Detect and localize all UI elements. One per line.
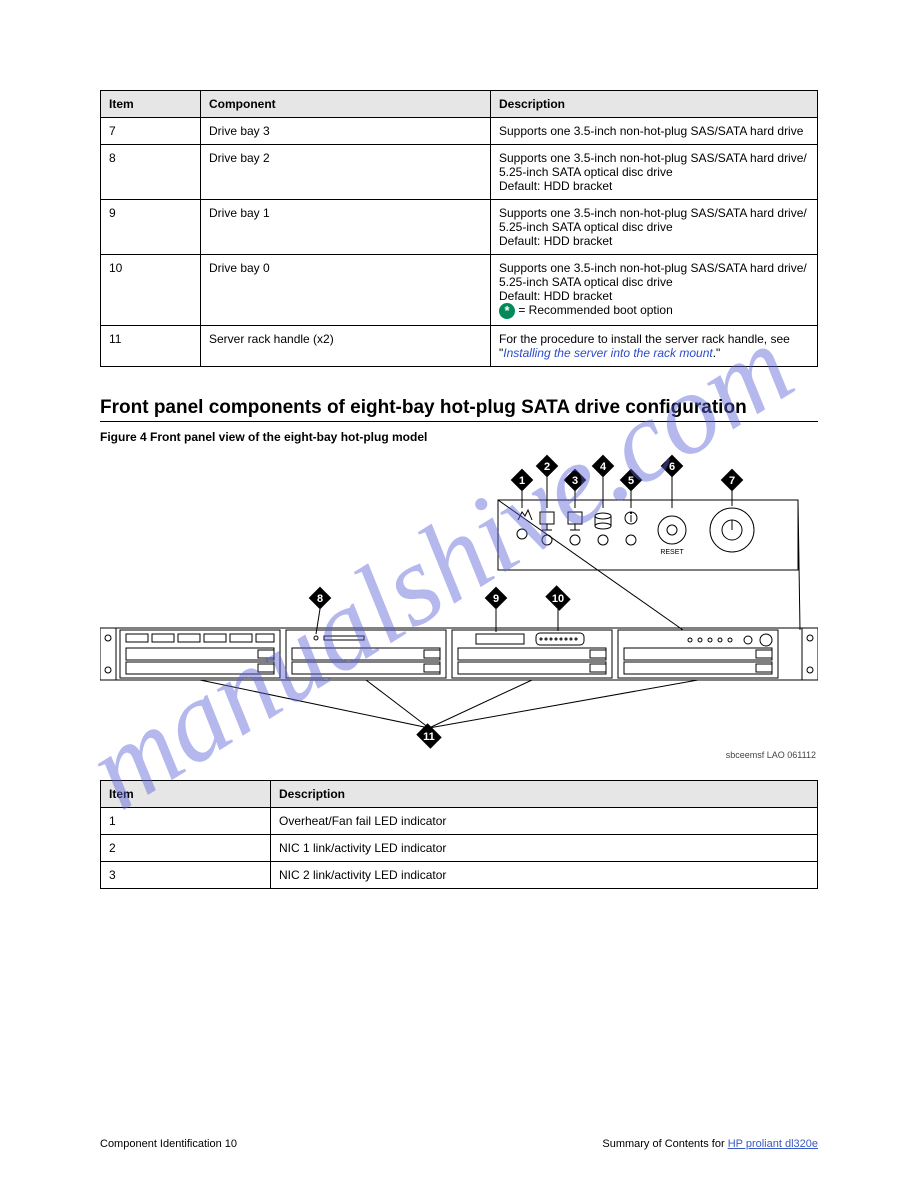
cell-desc: Supports one 3.5-inch non-hot-plug SAS/S… <box>491 118 818 145</box>
reset-label: RESET <box>660 549 684 556</box>
footer-link[interactable]: HP proliant dl320e <box>728 1138 818 1150</box>
storage-icon <box>595 513 611 545</box>
components-table: Item Component Description 7 Drive bay 3… <box>100 90 818 367</box>
cell-component: Drive bay 1 <box>201 200 491 255</box>
svg-text:9: 9 <box>493 593 499 605</box>
table-row: 7 Drive bay 3 Supports one 3.5-inch non-… <box>101 118 818 145</box>
table-row: 9 Drive bay 1 Supports one 3.5-inch non-… <box>101 200 818 255</box>
svg-text:5: 5 <box>628 475 634 487</box>
svg-text:8: 8 <box>317 593 323 605</box>
svg-text:6: 6 <box>669 461 675 473</box>
svg-text:11: 11 <box>423 731 435 743</box>
cell-desc: For the procedure to install the server … <box>491 326 818 367</box>
footer-left: Component Identification 10 <box>100 1138 237 1150</box>
t1-h-component: Component <box>201 91 491 118</box>
footer-right: Summary of Contents for HP proliant dl32… <box>602 1138 818 1150</box>
callout-1: 1 <box>511 469 534 508</box>
cell-desc: Supports one 3.5-inch non-hot-plug SAS/S… <box>491 145 818 200</box>
network-icon <box>540 512 554 545</box>
page-footer: Component Identification 10 Summary of C… <box>0 1138 918 1150</box>
svg-text:4: 4 <box>600 461 607 473</box>
cell-item: 9 <box>101 200 201 255</box>
figure-caption: Figure 4 Front panel view of the eight-b… <box>100 430 818 444</box>
cell-component: Drive bay 3 <box>201 118 491 145</box>
server-front-panel-diagram: RESET 1 2 3 4 5 6 7 <box>100 450 818 760</box>
cell-desc: Supports one 3.5-inch non-hot-plug SAS/S… <box>491 200 818 255</box>
callout-3: 3 <box>564 469 587 508</box>
footer-text: Summary of Contents for <box>602 1138 727 1150</box>
heading-rule <box>100 421 818 422</box>
cell-desc: NIC 2 link/activity LED indicator <box>271 862 818 889</box>
callout-11: 11 <box>416 723 441 748</box>
cell-component: Drive bay 0 <box>201 255 491 326</box>
cell-desc: Overheat/Fan fail LED indicator <box>271 808 818 835</box>
t1-h-desc: Description <box>491 91 818 118</box>
callout-8: 8 <box>309 587 332 634</box>
power-button-icon <box>710 508 754 552</box>
table-row: 10 Drive bay 0 Supports one 3.5-inch non… <box>101 255 818 326</box>
figure-footer-code: sbceemsf LAO 061112 <box>726 750 816 760</box>
svg-text:7: 7 <box>729 475 735 487</box>
table-row: 1 Overheat/Fan fail LED indicator <box>101 808 818 835</box>
cell-item: 1 <box>101 808 271 835</box>
star-icon: * <box>499 303 515 319</box>
network-icon <box>568 512 582 545</box>
cell-desc: Supports one 3.5-inch non-hot-plug SAS/S… <box>491 255 818 326</box>
cell-item: 11 <box>101 326 201 367</box>
info-icon <box>625 512 637 545</box>
cell-item: 3 <box>101 862 271 889</box>
cell-component: Server rack handle (x2) <box>201 326 491 367</box>
section-heading: Front panel components of eight-bay hot-… <box>100 397 818 419</box>
t2-h-item: Item <box>101 781 271 808</box>
cross-reference-link[interactable]: Installing the server into the rack moun… <box>503 346 712 360</box>
cell-item: 2 <box>101 835 271 862</box>
table-row: 3 NIC 2 link/activity LED indicator <box>101 862 818 889</box>
cell-item: 10 <box>101 255 201 326</box>
svg-text:10: 10 <box>552 593 564 605</box>
cell-component: Drive bay 2 <box>201 145 491 200</box>
reset-button-icon <box>658 516 686 544</box>
svg-text:3: 3 <box>572 475 578 487</box>
callout-5: 5 <box>620 469 643 508</box>
cell-desc: NIC 1 link/activity LED indicator <box>271 835 818 862</box>
callout-10: 10 <box>545 585 570 631</box>
table-row: 8 Drive bay 2 Supports one 3.5-inch non-… <box>101 145 818 200</box>
svg-text:2: 2 <box>544 461 550 473</box>
svg-text:1: 1 <box>519 475 525 487</box>
table-row: 2 NIC 1 link/activity LED indicator <box>101 835 818 862</box>
callouts-table: Item Description 1 Overheat/Fan fail LED… <box>100 780 818 889</box>
figure-wrap: RESET 1 2 3 4 5 6 7 <box>100 450 818 770</box>
text: ." <box>713 346 721 360</box>
callout-9: 9 <box>485 587 508 632</box>
t2-h-desc: Description <box>271 781 818 808</box>
cell-item: 8 <box>101 145 201 200</box>
t1-h-item: Item <box>101 91 201 118</box>
table-row: 11 Server rack handle (x2) For the proce… <box>101 326 818 367</box>
cell-item: 7 <box>101 118 201 145</box>
